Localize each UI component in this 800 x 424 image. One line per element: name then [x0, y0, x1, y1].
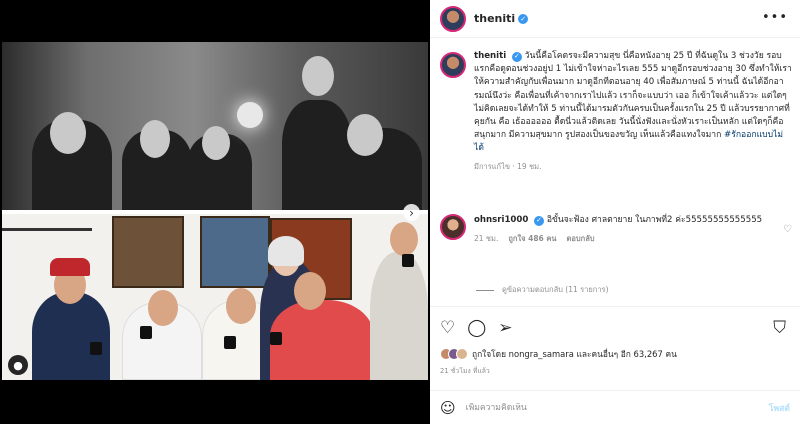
comment-bubble-icon[interactable]: ◯: [467, 318, 486, 338]
avatar[interactable]: [440, 5, 466, 32]
comment-likes[interactable]: ถูกใจ 486 คน: [508, 232, 556, 245]
post-comment-button[interactable]: โพสต์: [769, 401, 790, 415]
likes-summary[interactable]: ถูกใจโดย nongra_samara และคนอื่นๆ อีก 63…: [440, 347, 790, 361]
photo-black-and-white-movie-still: [2, 42, 428, 210]
caption-text: วันนี้คือโคตรจะมีความสุข นี่คือหนังอายุ …: [474, 51, 792, 141]
caption-avatar[interactable]: [440, 52, 466, 78]
comment-composer: ☺ โพสต์: [430, 390, 800, 424]
comment-like-heart-icon[interactable]: ♡: [783, 224, 792, 235]
carousel-next-button[interactable]: ›: [403, 204, 420, 221]
comment-item: ohnsri1000 ✓ อิขั้นจะฟ้อง ศาลตายาย ในภาพ…: [440, 214, 792, 245]
post-panel: theniti ✓ ••• theniti ✓ วันนี้คือโคตรจะม…: [430, 0, 800, 424]
caption-username[interactable]: theniti: [474, 51, 506, 61]
verified-badge-icon: ✓: [518, 13, 529, 24]
comment-time: 21 ชม.: [474, 234, 499, 243]
photo-cast-reunion: [2, 214, 428, 380]
action-bar: ♡ ◯ ➢ ⛉ ถูกใจโดย nongra_samara และคนอื่น…: [430, 306, 800, 376]
post-caption: theniti ✓ วันนี้คือโคตรจะมีความสุข นี่คื…: [440, 50, 792, 173]
comment-input[interactable]: [465, 402, 769, 413]
commenter-username[interactable]: ohnsri1000: [474, 215, 528, 225]
tagged-users-icon[interactable]: ●: [8, 355, 28, 375]
post-media: › ●: [0, 0, 430, 424]
commenter-avatar[interactable]: [440, 214, 466, 240]
post-header: theniti ✓ •••: [430, 0, 800, 38]
caption-meta: มีการแก้ไข · 19 ชม.: [474, 161, 542, 171]
view-replies-button[interactable]: ดูข้อความตอบกลับ (11 รายการ): [476, 284, 609, 296]
author-username[interactable]: theniti: [474, 12, 515, 25]
like-heart-icon[interactable]: ♡: [440, 318, 455, 338]
comment-text: อิขั้นจะฟ้อง ศาลตายาย ในภาพที่2 ค่ะ55555…: [546, 215, 763, 225]
verified-badge-icon: ✓: [511, 51, 522, 62]
view-replies-label: ดูข้อความตอบกลับ (11 รายการ): [502, 285, 609, 294]
emoji-smiley-icon[interactable]: ☺: [440, 399, 456, 417]
likes-text: ถูกใจโดย nongra_samara และคนอื่นๆ อีก 63…: [472, 349, 677, 359]
share-send-icon[interactable]: ➢: [498, 318, 512, 338]
post-time: 21 ชั่วโมง ที่แล้ว: [440, 367, 490, 375]
more-dots-icon[interactable]: •••: [762, 10, 788, 25]
liker-avatar: [456, 348, 468, 360]
comment-reply-button[interactable]: ตอบกลับ: [567, 232, 595, 245]
verified-badge-icon: ✓: [534, 215, 545, 226]
bookmark-icon[interactable]: ⛉: [773, 318, 786, 338]
